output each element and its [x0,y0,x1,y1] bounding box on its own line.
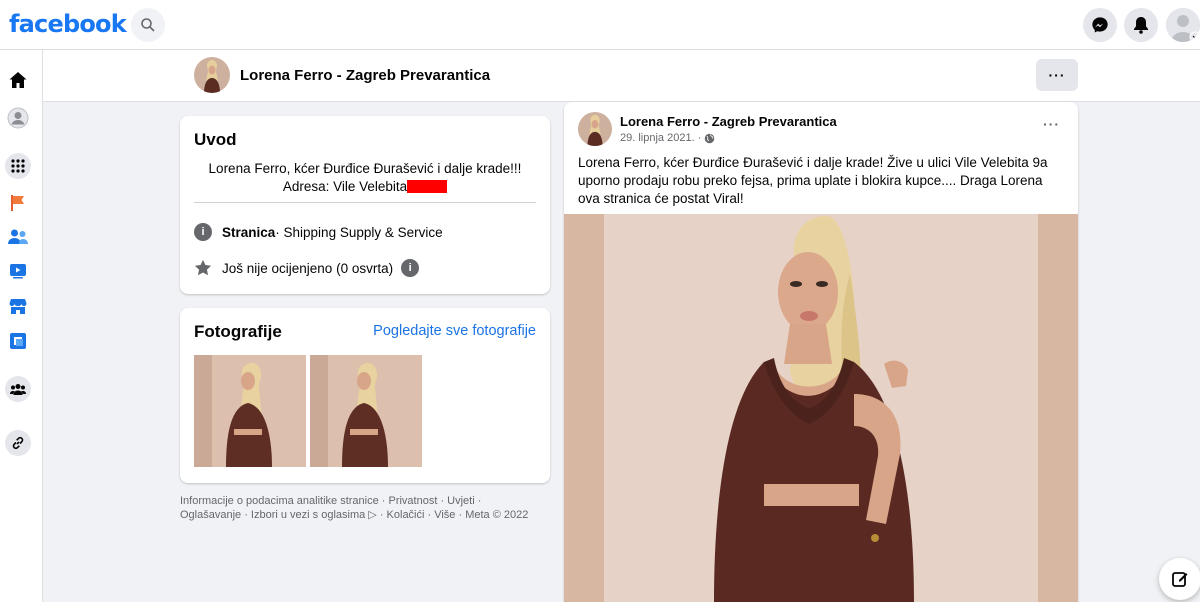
left-navigation-rail [0,50,43,602]
rail-marketplace[interactable] [6,294,30,318]
page-title: Lorena Ferro - Zagreb Prevarantica [240,67,491,84]
info-icon: i [194,223,212,241]
photo-thumbnail-image [310,355,422,467]
facebook-logo[interactable]: facebook [9,10,127,38]
rating-text: Još nije ocijenjeno (0 osvrta) [222,260,394,276]
marketplace-icon [9,299,27,314]
footer-links[interactable]: Informacije o podacima analitike stranic… [180,494,530,522]
intro-address: Adresa: Vile Velebita [282,179,408,194]
top-navigation-bar: facebook [0,0,1200,50]
photos-card: Fotografije Pogledajte sve fotografije [180,308,550,483]
notifications-button[interactable] [1124,8,1158,42]
page-more-button[interactable]: ··· [1036,59,1078,91]
post-text: Lorena Ferro, kćer Đurđice Đurašević i d… [578,155,1048,206]
intro-divider [194,202,536,203]
rail-groups[interactable] [5,376,31,402]
intro-bio: Lorena Ferro, kćer Đurđice Đurašević i d… [194,160,536,196]
post-meta: 29. lipnja 2021. · [620,132,715,144]
new-message-button[interactable] [1159,558,1200,600]
messenger-icon [1092,17,1108,33]
rating-info-icon[interactable]: i [401,259,420,277]
meta-separator: · [697,132,702,144]
page-avatar-image [194,57,230,93]
rail-home[interactable] [6,68,30,92]
see-all-photos-link[interactable]: Pogledajte sve fotografije [373,323,536,339]
redaction-bar [407,180,448,193]
rail-menu[interactable] [5,153,31,179]
gaming-icon [10,333,26,349]
post-more-button[interactable]: ··· [1043,116,1060,132]
post-author-name[interactable]: Lorena Ferro - Zagreb Prevarantica [620,114,837,129]
rail-link[interactable] [5,430,31,456]
home-icon [9,72,27,88]
compose-icon [1172,572,1188,587]
photo-thumbnail-image [194,355,306,467]
groups-icon [10,384,26,395]
rail-gaming[interactable] [6,329,30,353]
rating-row: Još nije ocijenjeno (0 osvrta) i [194,259,420,277]
post-author-avatar-image [578,112,612,146]
profile-icon [7,107,29,129]
search-button[interactable] [131,8,165,42]
messenger-button[interactable] [1083,8,1117,42]
category-value: · Shipping Supply & Service [275,224,443,240]
account-avatar-icon [1166,8,1200,42]
photos-title: Fotografije [194,322,282,341]
star-icon [194,259,212,276]
menu-grid-icon [11,159,25,173]
intro-bio-line2-wrap: Adresa: Vile Velebita [194,178,536,196]
category-row: i Stranica · Shipping Supply & Service [194,223,443,241]
post-photo[interactable] [564,214,1078,602]
rail-watch[interactable] [6,259,30,283]
pages-flag-icon [11,195,24,211]
post-author-avatar[interactable] [578,112,612,146]
globe-icon [705,133,715,143]
watch-icon [10,264,26,279]
intro-card: Uvod Lorena Ferro, kćer Đurđice Đuraševi… [180,116,550,294]
page-avatar[interactable] [194,57,230,93]
rail-friends[interactable] [6,225,30,249]
intro-title: Uvod [194,130,237,149]
bell-icon [1134,17,1148,34]
photo-thumbnail[interactable] [194,355,306,467]
link-icon [12,436,24,450]
search-icon [141,18,155,32]
rail-pages[interactable] [6,191,30,215]
friends-icon [8,229,28,244]
post-photo-image [564,214,1078,602]
page-header: Lorena Ferro - Zagreb Prevarantica ··· [43,50,1200,102]
account-avatar[interactable] [1166,8,1200,42]
intro-bio-line1: Lorena Ferro, kćer Đurđice Đurašević i d… [208,161,522,176]
category-label[interactable]: Stranica [222,225,275,240]
rail-profile[interactable] [6,106,30,130]
post-card: Lorena Ferro - Zagreb Prevarantica 29. l… [564,102,1078,602]
photo-thumbnail[interactable] [310,355,422,467]
post-date[interactable]: 29. lipnja 2021. [620,132,695,144]
